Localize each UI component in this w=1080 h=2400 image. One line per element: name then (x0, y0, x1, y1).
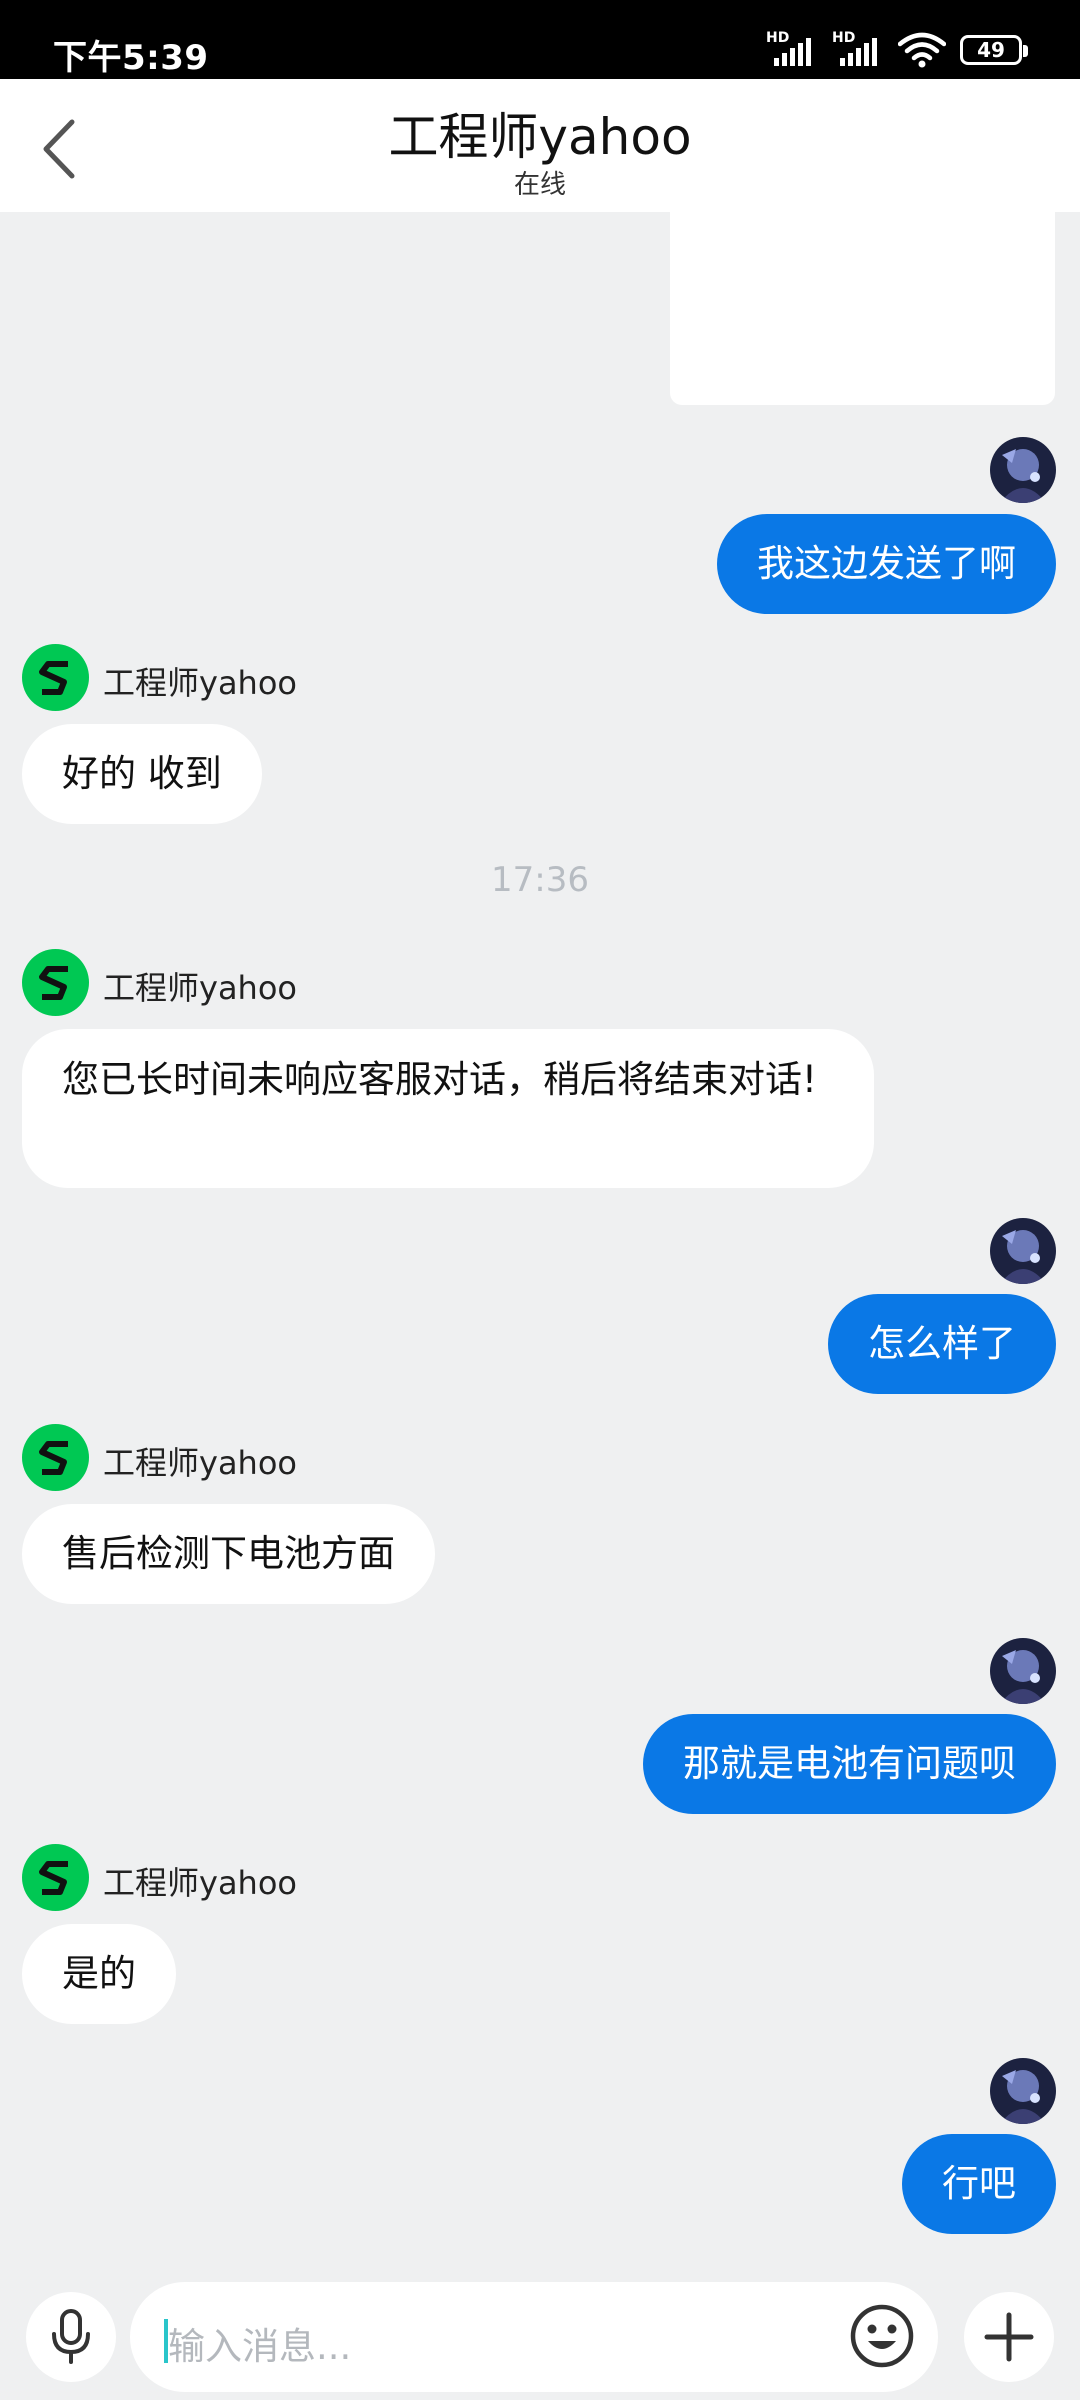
user-avatar[interactable] (990, 437, 1056, 503)
user-avatar[interactable] (990, 2058, 1056, 2124)
smiley-icon[interactable] (848, 2302, 916, 2370)
message-bubble-agent[interactable]: 售后检测下电池方面 (22, 1504, 435, 1604)
input-bar: 输入消息... (0, 2272, 1080, 2400)
more-button[interactable] (964, 2292, 1054, 2382)
user-avatar[interactable] (990, 1638, 1056, 1704)
message-bubble-self[interactable]: 我这边发送了啊 (717, 514, 1056, 614)
chat-header: 工程师yahoo 在线 (0, 79, 1080, 212)
s-logo-icon (38, 965, 68, 1000)
chat-title: 工程师yahoo (388, 108, 692, 166)
sender-name: 工程师yahoo (103, 664, 297, 702)
voice-button[interactable] (26, 2292, 116, 2382)
agent-avatar[interactable] (22, 644, 89, 711)
status-bar: 下午5:39 HD HD 49 (0, 0, 1080, 79)
status-icons: HD HD 49 (766, 30, 1028, 70)
sender-name: 工程师yahoo (103, 1444, 297, 1482)
message-bubble-self[interactable]: 行吧 (902, 2134, 1056, 2234)
sender-name: 工程师yahoo (103, 969, 297, 1007)
user-avatar[interactable] (990, 1218, 1056, 1284)
input-placeholder: 输入消息... (168, 2325, 352, 2368)
message-bubble-self[interactable]: 那就是电池有问题呗 (643, 1714, 1056, 1814)
online-status: 在线 (513, 170, 566, 200)
microphone-icon (52, 2309, 90, 2364)
s-logo-icon (38, 1440, 68, 1475)
message-bubble-agent[interactable]: 好的 收到 (22, 724, 262, 824)
previous-card-message[interactable] (670, 212, 1055, 405)
agent-avatar[interactable] (22, 1844, 89, 1911)
message-input[interactable]: 输入消息... (130, 2282, 938, 2392)
wifi-icon (898, 32, 946, 68)
sender-name: 工程师yahoo (103, 1864, 297, 1902)
battery-icon: 49 (960, 35, 1028, 65)
plus-icon (984, 2312, 1034, 2362)
signal-icon: HD (766, 30, 818, 68)
agent-avatar[interactable] (22, 949, 89, 1016)
message-list[interactable]: 我这边发送了啊 工程师yahoo 好的 收到 17:36 工程师yahoo 您已… (0, 212, 1080, 2272)
s-logo-icon (38, 1860, 68, 1895)
agent-avatar[interactable] (22, 1424, 89, 1491)
status-time: 下午5:39 (53, 38, 209, 78)
s-logo-icon (38, 660, 68, 695)
message-bubble-self[interactable]: 怎么样了 (828, 1294, 1056, 1394)
message-bubble-agent[interactable]: 是的 (22, 1924, 176, 2024)
message-bubble-agent[interactable]: 您已长时间未响应客服对话，稍后将结束对话! (22, 1029, 874, 1188)
signal-icon-2: HD (832, 30, 884, 68)
message-timestamp: 17:36 (491, 860, 589, 900)
